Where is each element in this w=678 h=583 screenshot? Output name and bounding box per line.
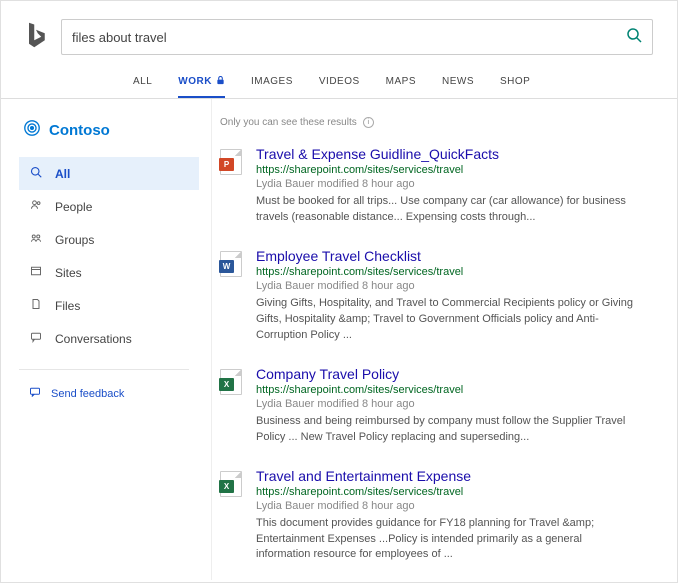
org-title: Contoso — [19, 119, 211, 141]
search-small-icon — [29, 166, 43, 181]
result-item: X Company Travel Policy https://sharepoi… — [220, 366, 653, 446]
tab-videos[interactable]: VIDEOS — [319, 67, 360, 98]
sidebar-item-all[interactable]: All — [19, 157, 199, 190]
tab-news[interactable]: NEWS — [442, 67, 474, 98]
conversations-icon — [29, 331, 43, 346]
result-item: P Travel & Expense Guidline_QuickFacts h… — [220, 146, 653, 226]
results-panel: Only you can see these results i P Trave… — [211, 99, 677, 580]
sidebar-label: Groups — [55, 233, 94, 247]
result-meta: Lydia Bauer modified 8 hour ago — [256, 500, 653, 512]
bing-logo[interactable] — [25, 21, 47, 54]
org-name: Contoso — [49, 122, 110, 139]
tab-maps[interactable]: MAPS — [386, 67, 416, 98]
sidebar-item-groups[interactable]: Groups — [19, 223, 199, 256]
tab-label: WORK — [178, 76, 212, 87]
sidebar-label: All — [55, 167, 70, 181]
tab-images[interactable]: IMAGES — [251, 67, 293, 98]
result-snippet: This document provides guidance for FY18… — [256, 516, 636, 564]
groups-icon — [29, 232, 43, 247]
search-box[interactable] — [61, 19, 653, 55]
powerpoint-file-icon: P — [220, 149, 242, 175]
sidebar: Contoso All People Groups Sites Files — [1, 99, 211, 580]
word-file-icon: W — [220, 251, 242, 277]
tab-work[interactable]: WORK — [178, 67, 225, 98]
sidebar-item-sites[interactable]: Sites — [19, 256, 199, 289]
excel-file-icon: X — [220, 369, 242, 395]
tab-label: ALL — [133, 76, 152, 87]
privacy-note: Only you can see these results i — [220, 117, 653, 128]
result-snippet: Business and being reimbursed by company… — [256, 414, 636, 446]
result-title[interactable]: Employee Travel Checklist — [256, 248, 653, 264]
tab-shop[interactable]: SHOP — [500, 67, 530, 98]
search-input[interactable] — [72, 30, 626, 45]
files-icon — [29, 298, 43, 313]
send-feedback-link[interactable]: Send feedback — [19, 380, 211, 407]
result-title[interactable]: Company Travel Policy — [256, 366, 653, 382]
result-meta: Lydia Bauer modified 8 hour ago — [256, 398, 653, 410]
result-snippet: Giving Gifts, Hospitality, and Travel to… — [256, 296, 636, 344]
feedback-icon — [29, 386, 41, 401]
excel-file-icon: X — [220, 471, 242, 497]
tab-label: IMAGES — [251, 76, 293, 87]
result-url: https://sharepoint.com/sites/services/tr… — [256, 164, 653, 176]
result-url: https://sharepoint.com/sites/services/tr… — [256, 384, 653, 396]
result-meta: Lydia Bauer modified 8 hour ago — [256, 280, 653, 292]
sidebar-item-files[interactable]: Files — [19, 289, 199, 322]
result-title[interactable]: Travel and Entertainment Expense — [256, 468, 653, 484]
target-icon — [23, 119, 41, 141]
tab-all[interactable]: ALL — [133, 67, 152, 98]
people-icon — [29, 199, 43, 214]
sidebar-label: People — [55, 200, 92, 214]
scope-tabs: ALL WORK IMAGES VIDEOS MAPS NEWS SHOP — [1, 67, 677, 99]
feedback-label: Send feedback — [51, 388, 124, 400]
tab-label: MAPS — [386, 76, 416, 87]
result-title[interactable]: Travel & Expense Guidline_QuickFacts — [256, 146, 653, 162]
result-url: https://sharepoint.com/sites/services/tr… — [256, 486, 653, 498]
sidebar-label: Conversations — [55, 332, 132, 346]
result-snippet: Must be booked for all trips... Use comp… — [256, 194, 636, 226]
tab-label: VIDEOS — [319, 76, 360, 87]
info-icon[interactable]: i — [363, 117, 374, 128]
tab-label: NEWS — [442, 76, 474, 87]
divider — [19, 369, 189, 370]
lock-icon — [216, 76, 225, 88]
privacy-text: Only you can see these results — [220, 117, 357, 128]
search-icon[interactable] — [626, 27, 642, 48]
sidebar-label: Files — [55, 299, 80, 313]
sites-icon — [29, 265, 43, 280]
sidebar-item-conversations[interactable]: Conversations — [19, 322, 199, 355]
result-item: W Employee Travel Checklist https://shar… — [220, 248, 653, 344]
result-meta: Lydia Bauer modified 8 hour ago — [256, 178, 653, 190]
result-url: https://sharepoint.com/sites/services/tr… — [256, 266, 653, 278]
result-item: X Travel and Entertainment Expense https… — [220, 468, 653, 564]
sidebar-label: Sites — [55, 266, 82, 280]
sidebar-item-people[interactable]: People — [19, 190, 199, 223]
tab-label: SHOP — [500, 76, 530, 87]
